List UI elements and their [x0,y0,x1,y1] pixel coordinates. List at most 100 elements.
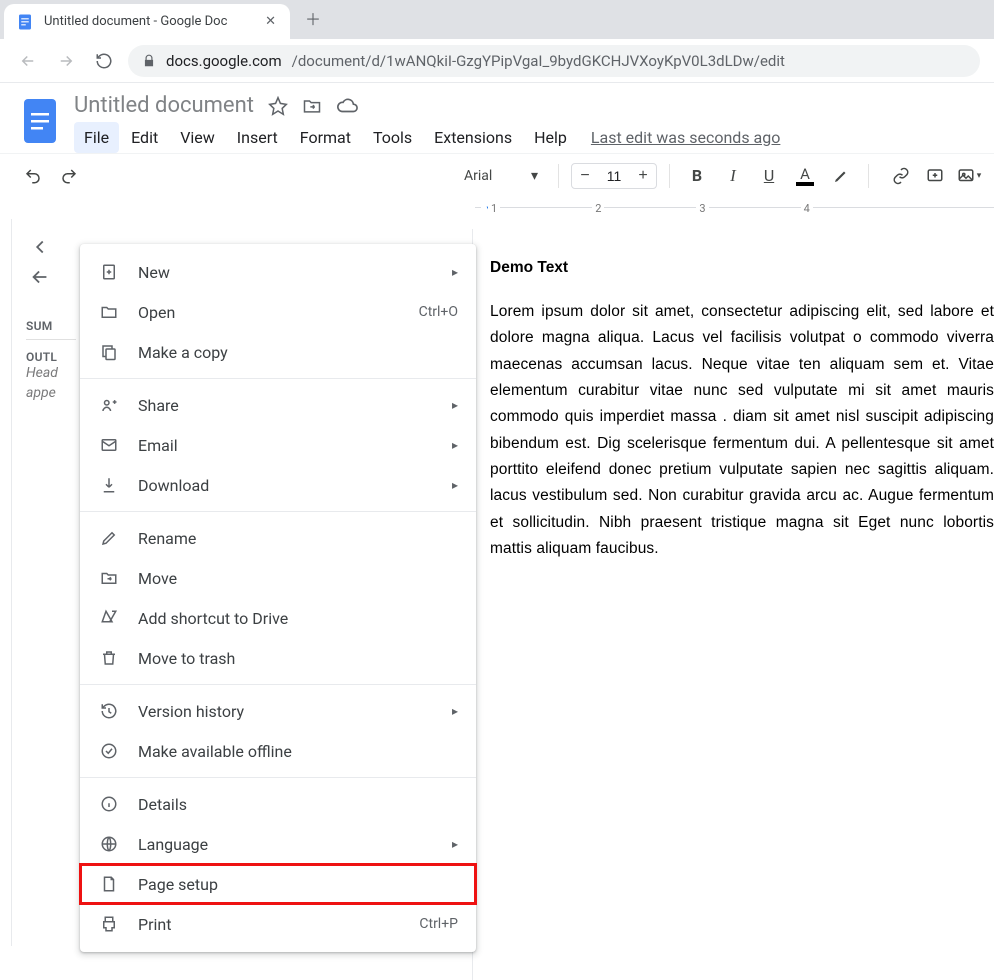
menu-format[interactable]: Format [290,122,361,153]
browser-tabstrip: Untitled document - Google Doc ✕ ＋ [0,0,994,39]
menu-item-download[interactable]: Download ▸ [80,465,476,505]
menu-view[interactable]: View [170,122,225,153]
undo-button[interactable] [18,161,48,191]
outline-panel: SUM OUTL Head appe [12,219,80,946]
cloud-status-icon[interactable] [336,95,358,117]
doc-plus-icon [98,263,120,281]
chevron-right-icon: ▸ [452,398,458,412]
nav-forward-icon[interactable] [52,47,80,75]
print-icon [98,915,120,933]
nav-reload-icon[interactable] [90,47,118,75]
doc-header: Untitled document File Edit View Insert … [0,83,994,153]
folder-icon [98,303,120,321]
doc-title[interactable]: Untitled document [74,93,254,118]
menu-item-open[interactable]: Open Ctrl+O [80,292,476,332]
chevron-right-icon: ▸ [452,704,458,718]
new-tab-button[interactable]: ＋ [300,5,326,31]
drive-shortcut-icon [98,609,120,627]
outline-collapse-button[interactable] [26,233,54,261]
menu-tools[interactable]: Tools [363,122,422,153]
page-icon [98,875,120,893]
toolbar: Arial ▾ − + B I U A ▾ [0,153,994,197]
star-icon[interactable] [268,96,288,116]
menu-file[interactable]: File [74,122,119,153]
move-folder-icon[interactable] [302,96,322,116]
browser-address-bar: docs.google.com/document/d/1wANQkiI-GzgY… [0,39,994,83]
docs-logo-icon[interactable] [18,93,62,149]
copy-icon [98,343,120,361]
font-select[interactable]: Arial ▾ [456,168,546,184]
menu-insert[interactable]: Insert [227,122,288,153]
text-color-button[interactable]: A [790,161,820,191]
menu-item-details[interactable]: Details [80,784,476,824]
font-name: Arial [464,168,492,184]
google-docs-app: Untitled document File Edit View Insert … [0,83,994,980]
chevron-right-icon: ▸ [452,478,458,492]
menu-item-share[interactable]: Share ▸ [80,385,476,425]
redo-button[interactable] [54,161,84,191]
last-edit-link[interactable]: Last edit was seconds ago [591,128,780,147]
chevron-right-icon: ▸ [452,265,458,279]
summary-label: SUM [26,319,70,333]
font-size-input[interactable] [598,168,630,184]
chevron-down-icon: ▾ [531,168,538,184]
highlight-button[interactable] [826,161,856,191]
page[interactable]: Demo Text Lorem ipsum dolor sit amet, co… [480,229,994,562]
omnibox[interactable]: docs.google.com/document/d/1wANQkiI-GzgY… [128,45,980,77]
browser-tab-title: Untitled document - Google Doc [44,14,255,29]
font-size-stepper[interactable]: − + [571,163,657,189]
menu-item-move[interactable]: Move [80,558,476,598]
outline-back-arrow-icon[interactable] [26,263,54,291]
vertical-ruler[interactable] [0,219,12,946]
menu-item-email[interactable]: Email ▸ [80,425,476,465]
share-icon [98,396,120,414]
underline-button[interactable]: U [754,161,784,191]
ruler-tick: 2 [592,202,604,215]
font-size-dec[interactable]: − [572,164,598,188]
menubar: File Edit View Insert Format Tools Exten… [74,122,780,153]
globe-icon [98,835,120,853]
doc-body-text[interactable]: Lorem ipsum dolor sit amet, consectetur … [490,299,994,562]
doc-heading[interactable]: Demo Text [490,259,994,277]
shortcut-label: Ctrl+P [419,916,458,932]
ruler-tick: 4 [801,202,813,215]
horizontal-ruler[interactable]: ▼ 1 2 3 4 [0,197,994,219]
menu-extensions[interactable]: Extensions [424,122,522,153]
insert-link-button[interactable] [886,161,916,191]
file-menu-dropdown: New ▸ Open Ctrl+O Make a copy Share ▸ Em… [80,244,476,952]
nav-back-icon[interactable] [14,47,42,75]
font-size-inc[interactable]: + [630,164,656,188]
menu-item-shortcut[interactable]: Add shortcut to Drive [80,598,476,638]
info-icon [98,795,120,813]
browser-tab[interactable]: Untitled document - Google Doc ✕ [4,4,290,39]
menu-item-new[interactable]: New ▸ [80,252,476,292]
menu-item-offline[interactable]: Make available offline [80,731,476,771]
ruler-tick: 1 [488,202,500,215]
menu-item-rename[interactable]: Rename [80,518,476,558]
rename-icon [98,529,120,547]
mail-icon [98,436,120,454]
menu-item-language[interactable]: Language ▸ [80,824,476,864]
italic-button[interactable]: I [718,161,748,191]
outline-empty-text: Head appe [26,364,70,403]
menu-edit[interactable]: Edit [121,122,168,153]
chevron-right-icon: ▸ [452,837,458,851]
move-icon [98,569,120,587]
menu-help[interactable]: Help [524,122,577,153]
ruler-tick: 3 [696,202,708,215]
menu-item-trash[interactable]: Move to trash [80,638,476,678]
offline-icon [98,742,120,760]
menu-item-page-setup[interactable]: Page setup [80,864,476,904]
chevron-right-icon: ▸ [452,438,458,452]
bold-button[interactable]: B [682,161,712,191]
download-icon [98,476,120,494]
menu-item-make-copy[interactable]: Make a copy [80,332,476,372]
menu-item-print[interactable]: Print Ctrl+P [80,904,476,944]
trash-icon [98,649,120,667]
history-icon [98,702,120,720]
tab-close-icon[interactable]: ✕ [265,14,276,29]
shortcut-label: Ctrl+O [419,304,458,320]
insert-image-button[interactable]: ▾ [954,161,984,191]
add-comment-button[interactable] [920,161,950,191]
menu-item-version-history[interactable]: Version history ▸ [80,691,476,731]
